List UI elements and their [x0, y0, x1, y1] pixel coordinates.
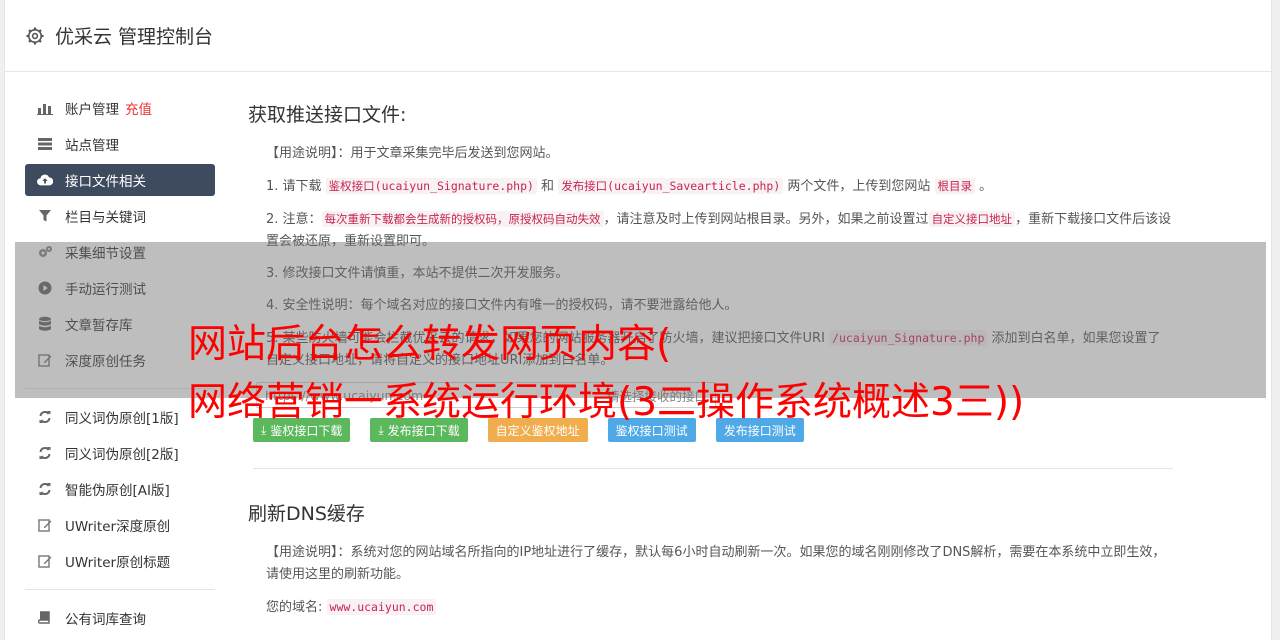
book-icon	[37, 610, 53, 626]
savearticle-file-code: 发布接口(ucaiyun_Savearticle.php)	[558, 178, 784, 194]
edit-icon	[37, 517, 53, 533]
overlay-caption: 网站后台怎么转发网页内容( 网络营销一系统运行环境(3二操作系统概述3三))	[188, 316, 1024, 432]
sidebar-item-label: 智能伪原创[AI版]	[65, 483, 170, 499]
section-title-interface-files: 获取推送接口文件:	[248, 104, 407, 126]
step-text: 两个文件，上传到您网站	[783, 179, 935, 194]
sidebar-item-uwriter-title[interactable]: UWriter原创标题	[25, 545, 215, 577]
step-text: ，请注意及时上传到网站根目录。另外，如果之前设置过	[603, 212, 929, 227]
refresh-icon	[37, 409, 53, 425]
sidebar-item-synonym-v2[interactable]: 同义词伪原创[2版]	[25, 437, 215, 469]
refresh-icon	[37, 445, 53, 461]
filter-icon	[37, 208, 53, 224]
sidebar-item-uwriter-deep[interactable]: UWriter深度原创	[25, 509, 215, 541]
cloud-upload-icon	[37, 172, 53, 188]
sidebar-item-interface-files[interactable]: 接口文件相关	[25, 164, 215, 196]
sidebar-item-label: 栏目与关键词	[65, 210, 146, 226]
section-divider	[253, 468, 1173, 469]
step-text: 2. 注意：	[266, 212, 322, 227]
usage-note: 【用途说明】：用于文章采集完毕后发送到您网站。	[266, 146, 559, 161]
step-text: 和	[536, 179, 559, 194]
sidebar-item-sites[interactable]: 站点管理	[25, 128, 215, 160]
recharge-link[interactable]: 充值	[125, 98, 152, 118]
overlay-line-2: 网络营销一系统运行环境(3二操作系统概述3三))	[188, 380, 1025, 425]
sidebar-item-label: 站点管理	[65, 138, 119, 154]
gear-icon[interactable]	[25, 26, 45, 46]
sidebar-divider	[25, 589, 215, 590]
server-icon	[37, 136, 53, 152]
domain-label: 您的域名:	[266, 600, 327, 615]
sidebar-item-label: UWriter原创标题	[65, 555, 171, 571]
warning-code: 每次重新下载都会生成新的授权码，原授权码自动失效	[321, 211, 604, 227]
dns-usage-note: 【用途说明】：系统对您的网站域名所指向的IP地址进行了缓存，默认每6小时自动刷新…	[266, 545, 1166, 582]
header: 优采云 管理控制台	[5, 0, 1271, 72]
overlay-line-1: 网站后台怎么转发网页内容(	[188, 322, 672, 367]
sidebar-item-label: 同义词伪原创[2版]	[65, 447, 179, 463]
sidebar-item-columns-keywords[interactable]: 栏目与关键词	[25, 200, 215, 232]
sidebar-item-account[interactable]: 账户管理 充值	[25, 92, 215, 124]
sidebar-item-ai-pseudo-original[interactable]: 智能伪原创[AI版]	[25, 473, 215, 505]
step-text: 。	[975, 179, 993, 194]
edit-icon	[37, 553, 53, 569]
custom-url-code: 自定义接口地址	[928, 211, 1016, 227]
sidebar-item-public-lexicon[interactable]: 公有词库查询	[25, 602, 215, 634]
step-text: 1. 请下载	[266, 179, 326, 194]
step-1: 1. 请下载 鉴权接口(ucaiyun_Signature.php) 和 发布接…	[248, 175, 1173, 198]
sidebar-item-label: 接口文件相关	[65, 174, 146, 190]
refresh-icon	[37, 481, 53, 497]
signature-file-code: 鉴权接口(ucaiyun_Signature.php)	[325, 178, 537, 194]
sidebar-item-label: 账户管理	[65, 102, 119, 118]
sidebar-item-label: 同义词伪原创[1版]	[65, 411, 179, 427]
section-title-dns: 刷新DNS缓存	[248, 503, 365, 525]
domain-line: 您的域名: www.ucaiyun.com	[248, 596, 1173, 619]
domain-value: www.ucaiyun.com	[326, 599, 437, 615]
sidebar-item-synonym-v1[interactable]: 同义词伪原创[1版]	[25, 401, 215, 433]
sidebar-item-label: UWriter深度原创	[65, 519, 171, 535]
bar-chart-icon	[37, 100, 53, 116]
sidebar-item-label: 公有词库查询	[65, 612, 146, 628]
root-dir-code: 根目录	[934, 178, 976, 194]
console-title: 优采云 管理控制台	[55, 26, 214, 48]
